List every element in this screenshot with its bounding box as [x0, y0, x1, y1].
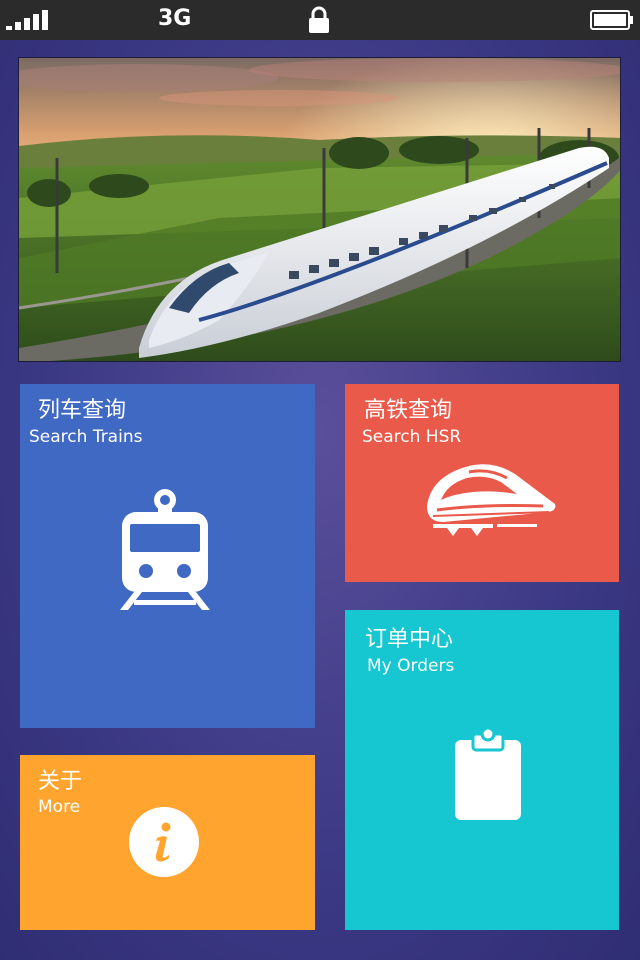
- tile-title-cn: 订单中心: [365, 627, 454, 652]
- status-bar: 3G: [0, 0, 640, 40]
- tile-title-en: Search Trains: [29, 427, 143, 447]
- tile-title-en: My Orders: [367, 656, 455, 676]
- battery-icon: [590, 10, 633, 30]
- tile-title-cn: 高铁查询: [364, 398, 453, 423]
- tile-search-trains[interactable]: 列车查询 Search Trains: [20, 384, 315, 728]
- tile-title-en: Search HSR: [362, 427, 462, 447]
- tile-more[interactable]: 关于 More: [20, 755, 315, 930]
- bullet-train-icon: [427, 464, 556, 536]
- tile-search-hsr[interactable]: 高铁查询 Search HSR: [345, 384, 619, 582]
- clipboard-icon: [455, 726, 521, 820]
- high-speed-train-photo: [19, 58, 620, 361]
- tile-my-orders[interactable]: 订单中心 My Orders: [345, 610, 619, 930]
- network-type: 3G: [158, 6, 192, 31]
- lock-icon: [309, 6, 329, 33]
- train-icon: [120, 489, 210, 610]
- signal-strength-icon: [6, 10, 48, 30]
- info-icon: [129, 807, 199, 877]
- tile-title-cn: 列车查询: [38, 398, 127, 423]
- banner-train-image: [18, 57, 621, 362]
- tile-title-cn: 关于: [38, 769, 83, 794]
- tile-title-en: More: [38, 797, 81, 817]
